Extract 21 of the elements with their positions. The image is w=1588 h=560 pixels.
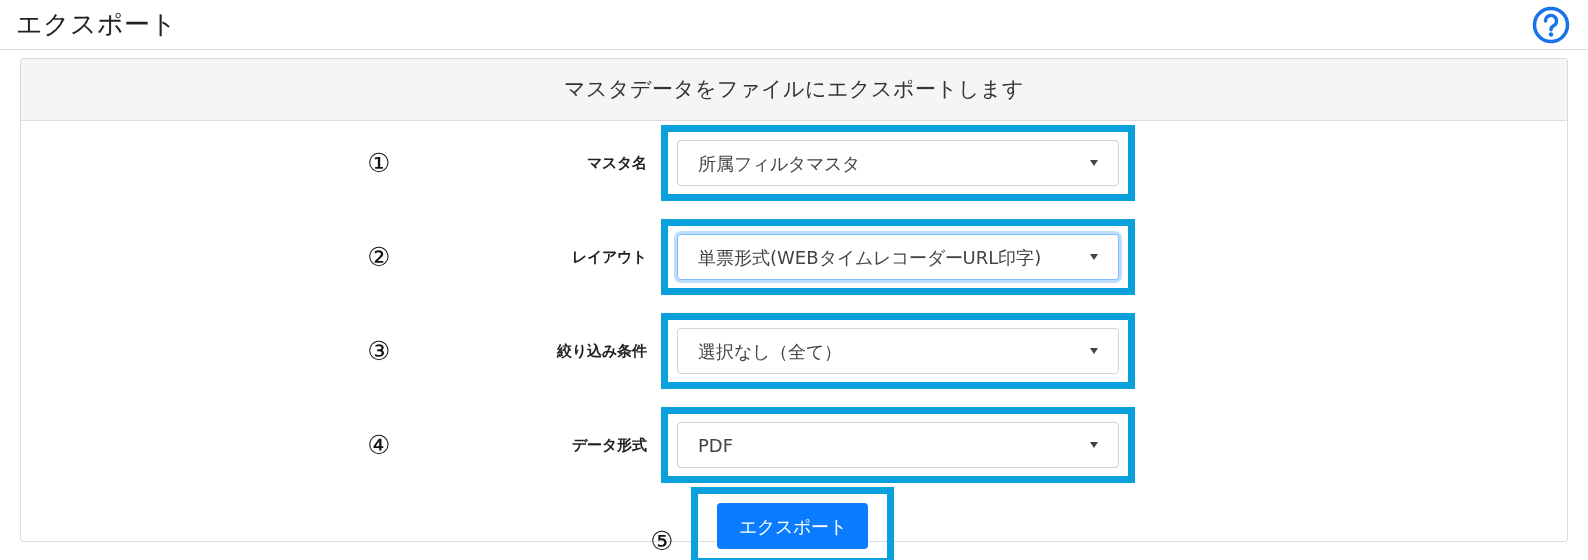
panel-heading: マスタデータをファイルにエクスポートします (564, 75, 1024, 103)
caret-icon (1090, 442, 1098, 448)
select-field[interactable]: 単票形式(WEBタイムレコーダーURL印字) (677, 234, 1119, 280)
step-number: ② (366, 240, 392, 274)
field-label: レイアウト (571, 246, 647, 268)
field-label: 絞り込み条件 (555, 340, 647, 362)
export-button[interactable]: エクスポート (717, 503, 868, 549)
caret-icon (1090, 160, 1098, 166)
caret-icon (1090, 254, 1098, 260)
caret-icon (1090, 348, 1098, 354)
page-title: エクスポート (16, 8, 177, 41)
select-field[interactable]: 選択なし（全て） (677, 328, 1119, 374)
step-number: ③ (366, 334, 392, 368)
select-field[interactable]: 所属フィルタマスタ (677, 140, 1119, 186)
step-number: ⑤ (649, 524, 675, 558)
step-number: ① (366, 146, 392, 180)
step-number: ④ (366, 428, 392, 462)
field-label: マスタ名 (586, 152, 647, 174)
select-field[interactable]: PDF (677, 422, 1119, 468)
help-icon[interactable] (1532, 5, 1570, 44)
field-label: データ形式 (571, 434, 647, 456)
